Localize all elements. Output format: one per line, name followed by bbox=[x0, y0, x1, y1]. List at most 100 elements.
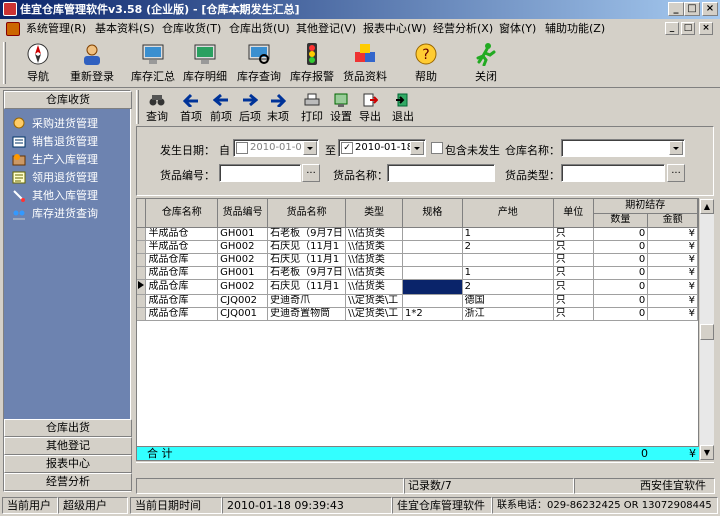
maximize-button[interactable]: □ bbox=[684, 2, 700, 16]
table-row[interactable]: 成品仓库 CJQ002 史迪奇爪 \\定货类\工 德国只 0 ¥ bbox=[137, 294, 698, 308]
menu-basic-data[interactable]: 基本资料(S) bbox=[92, 19, 158, 38]
type-input[interactable] bbox=[561, 164, 665, 182]
cell-quantity[interactable]: 0 bbox=[593, 307, 649, 321]
toolbar-relogin[interactable]: 重新登录 bbox=[64, 41, 120, 85]
warehouse-select[interactable] bbox=[561, 139, 685, 157]
cell-type[interactable]: \\定货类\工 bbox=[345, 294, 404, 308]
prev-button[interactable]: 前项 bbox=[207, 92, 235, 123]
cell-quantity[interactable]: 0 bbox=[593, 266, 649, 280]
data-grid[interactable]: 仓库名称 货品编号 货品名称 类型 规格 产地 单位 期初结存 数量 金额 半成… bbox=[136, 198, 699, 461]
menu-system[interactable]: 系统管理(R) bbox=[23, 19, 89, 38]
col-header-warehouse[interactable]: 仓库名称 bbox=[145, 199, 219, 228]
cell-name[interactable]: 石庆见（11月1 bbox=[267, 240, 347, 254]
cell-type[interactable]: \\估货类 bbox=[345, 253, 404, 267]
toolbar-help[interactable]: ? 帮助 bbox=[406, 41, 446, 85]
cell-type[interactable]: \\估货类 bbox=[345, 240, 404, 254]
mdi-restore-button[interactable]: □ bbox=[681, 22, 695, 35]
menu-analysis[interactable]: 经营分析(X) bbox=[430, 19, 496, 38]
export-button[interactable]: 导出 bbox=[356, 92, 384, 123]
minimize-button[interactable]: _ bbox=[668, 2, 684, 16]
cell-quantity[interactable]: 0 bbox=[593, 240, 649, 254]
sidebar-item-stock-query[interactable]: 库存进货查询 bbox=[12, 205, 98, 222]
cell-code[interactable]: GH002 bbox=[217, 279, 269, 295]
print-button[interactable]: 打印 bbox=[298, 92, 326, 123]
table-row[interactable]: 成品仓库 GH002 石庆见（11月1 \\估货类 2 只 0 ¥ bbox=[137, 279, 698, 295]
cell-unit[interactable]: 只 bbox=[553, 266, 594, 280]
cell-amount[interactable]: ¥ bbox=[647, 253, 698, 267]
query-button[interactable]: 查询 bbox=[143, 92, 171, 123]
cell-unit[interactable]: 只 bbox=[553, 294, 594, 308]
cell-origin[interactable]: 德国 bbox=[462, 294, 554, 308]
sidebar-header-receiving[interactable]: 仓库收货 bbox=[4, 91, 132, 109]
cell-unit[interactable]: 只 bbox=[553, 307, 594, 321]
to-date-checkbox[interactable]: ✓ bbox=[341, 142, 353, 154]
table-row[interactable]: 成品仓库 GH001 石老板（9月7日 \\估货类 1 只 0 ¥ bbox=[137, 266, 698, 280]
menu-shipping[interactable]: 仓库出货(U) bbox=[226, 19, 293, 38]
cell-amount[interactable]: ¥ bbox=[647, 266, 698, 280]
col-header-spec[interactable]: 规格 bbox=[402, 199, 463, 228]
cell-amount[interactable]: ¥ bbox=[647, 307, 698, 321]
cell-origin[interactable]: 1 bbox=[462, 227, 554, 241]
cell-spec[interactable] bbox=[402, 240, 463, 254]
cell-amount[interactable]: ¥ bbox=[647, 240, 698, 254]
sidebar-header-shipping[interactable]: 仓库出货 bbox=[4, 419, 132, 437]
cell-warehouse[interactable]: 成品仓库 bbox=[145, 279, 219, 295]
cell-warehouse[interactable]: 成品仓库 bbox=[145, 307, 219, 321]
sidebar-item-other-inbound[interactable]: 其他入库管理 bbox=[12, 187, 98, 204]
cell-type[interactable]: \\估货类 bbox=[345, 279, 404, 295]
cell-unit[interactable]: 只 bbox=[553, 227, 594, 241]
scroll-down-button[interactable]: ▼ bbox=[700, 445, 714, 460]
menu-receiving[interactable]: 仓库收货(T) bbox=[159, 19, 224, 38]
last-button[interactable]: 末项 bbox=[264, 92, 292, 123]
cell-unit[interactable]: 只 bbox=[553, 279, 594, 295]
menu-tools[interactable]: 辅助功能(Z) bbox=[542, 19, 608, 38]
cell-quantity[interactable]: 0 bbox=[593, 294, 649, 308]
sidebar-header-analysis[interactable]: 经营分析 bbox=[4, 473, 132, 491]
col-header-type[interactable]: 类型 bbox=[345, 199, 404, 228]
sidebar-header-reports[interactable]: 报表中心 bbox=[4, 455, 132, 473]
toolbar-navigation[interactable]: 导航 bbox=[18, 41, 58, 85]
cell-type[interactable]: \\定货类\工 bbox=[345, 307, 404, 321]
cell-type[interactable]: \\估货类 bbox=[345, 227, 404, 241]
scroll-up-button[interactable]: ▲ bbox=[700, 199, 714, 214]
cell-code[interactable]: CJQ001 bbox=[217, 307, 269, 321]
chevron-down-icon[interactable] bbox=[303, 141, 317, 155]
cell-warehouse[interactable]: 成品仓库 bbox=[145, 253, 219, 267]
cell-origin[interactable]: 浙江 bbox=[462, 307, 554, 321]
exit-button[interactable]: 退出 bbox=[389, 92, 417, 123]
cell-name[interactable]: 石老板（9月7日 bbox=[267, 227, 347, 241]
sidebar-item-production[interactable]: 生产入库管理 bbox=[12, 151, 98, 168]
row-indicator[interactable] bbox=[137, 240, 147, 254]
cell-spec[interactable] bbox=[402, 294, 463, 308]
row-indicator[interactable] bbox=[137, 266, 147, 280]
col-header-name[interactable]: 货品名称 bbox=[267, 199, 347, 228]
chevron-down-icon[interactable] bbox=[669, 141, 683, 155]
cell-quantity[interactable]: 0 bbox=[593, 253, 649, 267]
cell-name[interactable]: 石庆见（11月1 bbox=[267, 253, 347, 267]
cell-amount[interactable]: ¥ bbox=[647, 294, 698, 308]
cell-name[interactable]: 石老板（9月7日 bbox=[267, 266, 347, 280]
cell-code[interactable]: GH002 bbox=[217, 253, 269, 267]
chevron-down-icon[interactable] bbox=[410, 141, 424, 155]
cell-code[interactable]: CJQ002 bbox=[217, 294, 269, 308]
from-date-field[interactable]: 2010-01-01 bbox=[233, 139, 319, 157]
settings-button[interactable]: 设置 bbox=[327, 92, 355, 123]
cell-warehouse[interactable]: 成品仓库 bbox=[145, 266, 219, 280]
menu-reports[interactable]: 报表中心(W) bbox=[360, 19, 429, 38]
cell-quantity[interactable]: 0 bbox=[593, 227, 649, 241]
first-button[interactable]: 首项 bbox=[177, 92, 205, 123]
col-header-code[interactable]: 货品编号 bbox=[217, 199, 269, 228]
cell-code[interactable]: GH001 bbox=[217, 227, 269, 241]
from-date-checkbox[interactable] bbox=[236, 142, 248, 154]
table-row[interactable]: 半成品仓 GH002 石庆见（11月1 \\估货类 2 只 0 ¥ bbox=[137, 240, 698, 254]
cell-warehouse[interactable]: 半成品仓 bbox=[145, 227, 219, 241]
cell-name[interactable]: 石庆见（11月1 bbox=[267, 279, 347, 295]
cell-warehouse[interactable]: 成品仓库 bbox=[145, 294, 219, 308]
cell-code[interactable]: GH002 bbox=[217, 240, 269, 254]
vertical-scrollbar[interactable]: ▲ ▼ bbox=[699, 198, 715, 461]
cell-spec[interactable] bbox=[402, 266, 463, 280]
toolbar-inventory-detail[interactable]: 库存明细 bbox=[180, 41, 230, 85]
cell-type[interactable]: \\估货类 bbox=[345, 266, 404, 280]
toolbar-inventory-summary[interactable]: 库存汇总 bbox=[128, 41, 178, 85]
include-unoccurred-checkbox[interactable] bbox=[431, 142, 443, 154]
